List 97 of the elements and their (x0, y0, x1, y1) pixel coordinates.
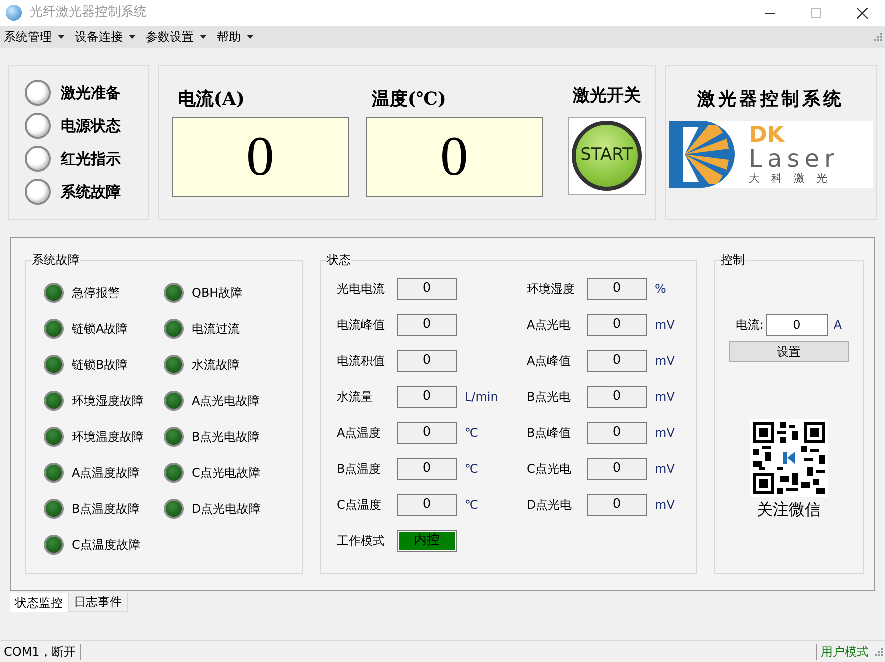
switch-label: 激光开关 (572, 85, 641, 108)
unit-label: ℃ (465, 461, 478, 478)
caret-icon (200, 35, 207, 39)
status-label: C点温度 (337, 497, 382, 514)
status-label: 光电电流 (337, 281, 386, 298)
fault-label: 环境温度故障 (72, 429, 144, 446)
readout-display: 0 (172, 117, 349, 197)
caret-icon (247, 35, 254, 39)
minimize-icon (765, 12, 775, 14)
fault-label: 环境湿度故障 (72, 393, 144, 410)
status-label: A点峰值 (527, 353, 572, 370)
value-field: 0 (587, 386, 647, 408)
unit-label: mV (655, 389, 675, 406)
fault-label: 电流过流 (192, 321, 240, 338)
fault-label: 急停报警 (72, 285, 120, 302)
qr-code-icon (750, 419, 828, 497)
value-field: 0 (397, 314, 457, 336)
value-field: 0 (397, 278, 457, 300)
unit-label: mV (655, 461, 675, 478)
mode-field: 内控 (397, 530, 457, 552)
readout-label: 电流(A) (178, 88, 246, 112)
fault-label: C点温度故障 (72, 537, 140, 554)
group-title: 控制 (721, 251, 745, 269)
group-title: 系统故障 (32, 251, 80, 269)
current-label: 电流: (736, 317, 764, 334)
status-label: C点光电 (527, 461, 572, 478)
qr-caption: 关注微信 (757, 499, 821, 521)
readout-display: 0 (366, 117, 543, 197)
menu-item[interactable]: 设备连接 (75, 28, 136, 46)
value-field: 0 (587, 278, 647, 300)
fault-label: A点光电故障 (192, 393, 260, 410)
unit-label: mV (655, 497, 675, 514)
caret-icon (129, 35, 136, 39)
status-label: B点光电 (527, 389, 572, 406)
close-icon (856, 8, 868, 18)
fault-label: 链锁A故障 (72, 321, 128, 338)
logo-brand-top: DK (749, 125, 786, 147)
fault-label: D点光电故障 (192, 501, 262, 518)
indicator-label: 电源状态 (61, 116, 121, 137)
group-title: 状态 (327, 251, 351, 269)
grip-icon (874, 33, 882, 41)
status-label: D点光电 (527, 497, 574, 514)
unit-label: mV (655, 425, 675, 442)
connection-status: COM1，断开 (0, 644, 81, 660)
value-field: 0 (587, 350, 647, 372)
logo-brand-bottom: Laser (749, 147, 840, 171)
value-field: 0 (397, 422, 457, 444)
indicator-label: 系统故障 (61, 182, 121, 203)
menu-item[interactable]: 系统管理 (4, 28, 65, 46)
app-icon (6, 5, 22, 21)
logo-brand-cn: 大 科 激 光 (749, 173, 833, 184)
status-label: 电流峰值 (337, 317, 386, 334)
value-field: 0 (587, 422, 647, 444)
fault-label: A点温度故障 (72, 465, 140, 482)
fault-label: B点光电故障 (192, 429, 260, 446)
value-field: 0 (397, 386, 457, 408)
value-field: 0 (397, 458, 457, 480)
unit-label: ℃ (465, 497, 478, 514)
resize-grip-icon (875, 648, 883, 656)
status-label: 工作模式 (337, 533, 386, 550)
value-field: 0 (397, 494, 457, 516)
current-input[interactable]: 0 (766, 314, 828, 336)
status-label: A点光电 (527, 317, 572, 334)
status-label: 环境湿度 (527, 281, 576, 298)
fault-label: 水流故障 (192, 357, 240, 374)
fault-label: B点温度故障 (72, 501, 140, 518)
indicator-label: 红光指示 (61, 148, 121, 170)
set-button[interactable]: 设置 (729, 341, 849, 362)
menu-item[interactable]: 参数设置 (146, 28, 207, 46)
status-label: B点峰值 (527, 425, 572, 442)
tab[interactable]: 状态监控 (10, 593, 68, 612)
value-field: 0 (587, 314, 647, 336)
menu-item[interactable]: 帮助 (217, 28, 254, 46)
caret-icon (58, 35, 65, 39)
value-field: 0 (587, 494, 647, 516)
window-title: 光纤激光器控制系统 (30, 4, 147, 22)
user-mode: 用户模式 (816, 644, 873, 660)
logo-title: 激光器控制系统 (698, 88, 845, 112)
tab[interactable]: 日志事件 (68, 593, 128, 612)
fault-label: QBH故障 (192, 285, 243, 302)
status-label: A点温度 (337, 425, 382, 442)
maximize-icon (811, 8, 821, 18)
status-label: B点温度 (337, 461, 382, 478)
value-field: 0 (587, 458, 647, 480)
fault-label: C点光电故障 (192, 465, 260, 482)
value-field: 0 (397, 350, 457, 372)
unit-label: mV (655, 353, 675, 370)
unit-label: % (655, 281, 666, 298)
status-label: 电流积值 (337, 353, 386, 370)
unit-label: ℃ (465, 425, 478, 442)
readout-label: 温度(℃) (372, 88, 448, 112)
fault-label: 链锁B故障 (72, 357, 128, 374)
unit-label: mV (655, 317, 675, 334)
indicator-label: 激光准备 (61, 82, 121, 104)
unit-label: L/min (465, 389, 498, 406)
unit-label: A (834, 317, 842, 334)
status-label: 水流量 (337, 389, 374, 406)
